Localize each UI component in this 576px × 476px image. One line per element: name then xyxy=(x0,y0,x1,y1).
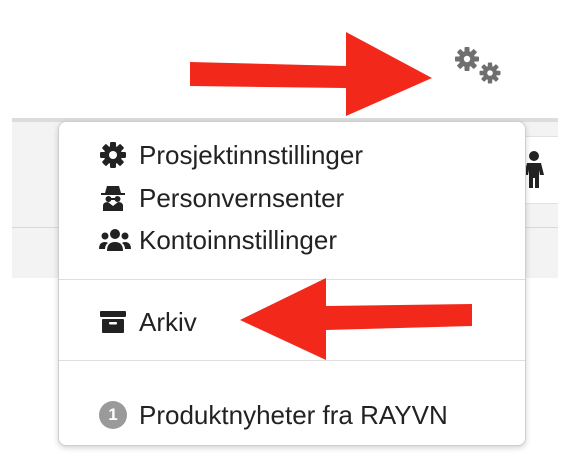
screenshot-stage: Prosjektinnstillinger Personvernsenter K… xyxy=(0,0,576,476)
menu-item-label: Arkiv xyxy=(139,306,197,337)
users-icon xyxy=(99,225,133,255)
gear-icon xyxy=(99,140,133,170)
menu-item-label: Prosjektinnstillinger xyxy=(139,139,363,170)
archive-icon xyxy=(99,307,133,337)
menu-item-label: Kontoinnstillinger xyxy=(139,224,338,255)
spy-icon xyxy=(99,183,133,213)
menu-item-personvernsenter[interactable]: Personvernsenter xyxy=(99,179,344,217)
gears-icon[interactable] xyxy=(452,45,506,87)
badge-icon: 1 xyxy=(99,400,133,430)
menu-item-kontoinnstillinger[interactable]: Kontoinnstillinger xyxy=(99,221,337,259)
menu-item-prosjektinnstillinger[interactable]: Prosjektinnstillinger xyxy=(99,136,363,174)
notification-badge: 1 xyxy=(99,401,127,429)
menu-item-arkiv[interactable]: Arkiv xyxy=(99,303,197,341)
annotation-arrow-settings xyxy=(190,32,432,116)
annotation-arrow-arkiv xyxy=(240,278,472,360)
menu-item-label: Personvernsenter xyxy=(139,182,345,213)
menu-item-produktnyheter[interactable]: 1 Produktnyheter fra RAYVN xyxy=(99,396,448,434)
person-icon[interactable] xyxy=(523,150,545,190)
menu-item-label: Produktnyheter fra RAYVN xyxy=(139,399,448,430)
